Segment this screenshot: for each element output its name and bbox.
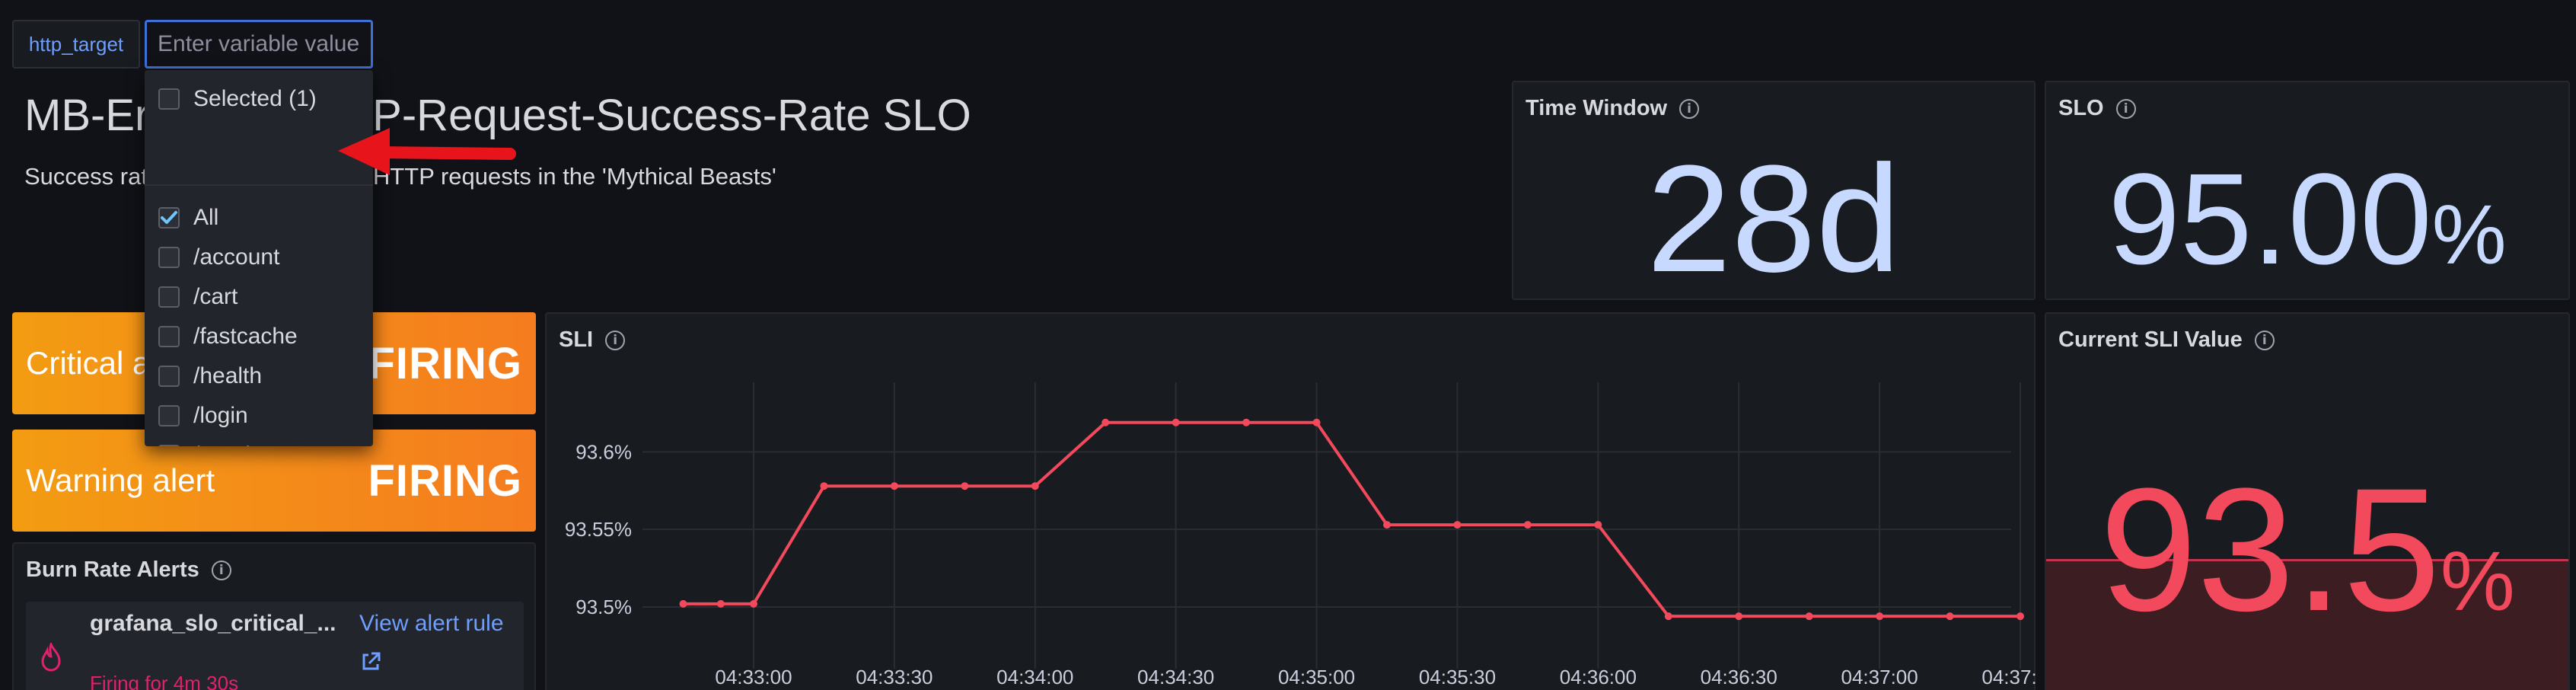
dropdown-option[interactable]: /login: [145, 396, 373, 436]
alert-firing-duration: Firing for 4m 30s: [90, 672, 239, 690]
x-tick-label: 04:33:30: [856, 666, 933, 688]
dropdown-option-label: /login: [193, 403, 248, 428]
data-point[interactable]: [750, 599, 757, 608]
x-tick-label: 04:36:00: [1560, 666, 1637, 688]
current-sli-number: 93.5: [2099, 452, 2441, 647]
info-icon[interactable]: i: [2254, 330, 2275, 350]
panel-title: SLO i: [2058, 96, 2136, 121]
checkbox-icon[interactable]: [158, 247, 180, 268]
data-point[interactable]: [1946, 612, 1954, 621]
slo-title: SLO: [2058, 96, 2104, 120]
dashboard-desc-left: Success rat: [24, 163, 148, 190]
dropdown-option-label: /cart: [193, 284, 238, 309]
flame-icon: [41, 643, 61, 672]
data-point[interactable]: [2016, 612, 2024, 621]
warning-alert-state: FIRING: [368, 455, 522, 506]
data-point[interactable]: [1031, 482, 1039, 490]
data-point[interactable]: [1101, 418, 1110, 426]
time-window-title: Time Window: [1526, 96, 1668, 120]
checkbox-icon[interactable]: [158, 445, 180, 446]
data-point[interactable]: [716, 599, 725, 608]
warning-alert-name: Warning alert: [26, 462, 215, 498]
data-point[interactable]: [1876, 612, 1884, 621]
dashboard-title-left: MB-Er: [24, 91, 150, 140]
data-point[interactable]: [1523, 521, 1532, 529]
data-point[interactable]: [890, 482, 898, 490]
burn-rate-row: grafana_slo_critical_... View alert rule…: [26, 602, 524, 690]
slo-number: 95.00: [2108, 147, 2432, 292]
dropdown-option[interactable]: /account: [145, 238, 373, 277]
dropdown-option[interactable]: /fastcache: [145, 317, 373, 356]
panel-title: Burn Rate Alerts i: [26, 557, 231, 583]
x-tick-label: 04:37:00: [1841, 666, 1918, 688]
dropdown-option[interactable]: All: [145, 198, 373, 238]
info-icon[interactable]: i: [2115, 98, 2136, 119]
sli-panel: SLI i 93.5% 93.55% 93.6% 04:33:00 04:33:30 04…: [545, 312, 2037, 690]
current-sli-panel: Current SLI Value i 93.5%: [2045, 312, 2570, 690]
slo-value: 95.00%: [2046, 136, 2568, 319]
dropdown-option-label: All: [193, 205, 219, 230]
dropdown-option-label: /fastcache: [193, 324, 298, 349]
current-sli-title: Current SLI Value: [2058, 327, 2243, 352]
data-point[interactable]: [1664, 612, 1672, 621]
data-point[interactable]: [1805, 612, 1813, 621]
checkbox-icon[interactable]: [158, 88, 180, 110]
dropdown-option[interactable]: /cart: [145, 277, 373, 317]
info-icon[interactable]: i: [211, 560, 231, 580]
dropdown-option-label: /health: [193, 363, 263, 388]
data-point[interactable]: [1453, 521, 1462, 529]
dropdown-option[interactable]: /metrics: [145, 436, 373, 446]
critical-alert-state: FIRING: [368, 338, 522, 388]
time-window-value: 28d: [1647, 134, 1901, 304]
dropdown-option[interactable]: /health: [145, 356, 373, 396]
data-point[interactable]: [1735, 612, 1743, 621]
checkbox-icon[interactable]: [158, 366, 180, 387]
data-point[interactable]: [1594, 521, 1602, 529]
slo-unit: %: [2431, 188, 2507, 282]
checkbox-checked-icon[interactable]: [158, 207, 180, 228]
checkbox-icon[interactable]: [158, 326, 180, 347]
data-point[interactable]: [679, 599, 687, 608]
checkbox-icon[interactable]: [158, 286, 180, 308]
x-tick-label: 04:36:30: [1701, 666, 1777, 688]
critical-alert-name: Critical a: [26, 345, 151, 381]
data-point[interactable]: [1383, 521, 1391, 529]
data-point[interactable]: [961, 482, 969, 490]
burn-rate-title: Burn Rate Alerts: [26, 557, 199, 582]
data-point[interactable]: [1172, 418, 1180, 426]
variable-label[interactable]: http_target: [12, 20, 140, 69]
dropdown-divider: [145, 184, 373, 186]
x-tick-label: 04:34:00: [996, 666, 1073, 688]
y-tick-label: 93.55%: [565, 518, 632, 541]
time-window-panel: Time Window i 28d: [1512, 81, 2036, 304]
checkbox-icon[interactable]: [158, 405, 180, 426]
annotation-arrow-icon: [338, 128, 516, 175]
dropdown-option-label: /metrics: [193, 442, 273, 446]
variable-value-input[interactable]: Enter variable value: [145, 20, 373, 69]
panel-title: Time Window i: [1526, 96, 1700, 121]
x-tick-label: 04:33:00: [715, 666, 792, 688]
x-tick-label: 04:35:30: [1419, 666, 1496, 688]
current-sli-value: 93.5%: [2046, 451, 2568, 681]
data-point[interactable]: [1242, 418, 1251, 426]
panel-title: Current SLI Value i: [2058, 327, 2275, 353]
data-point[interactable]: [1312, 418, 1321, 426]
selected-count-label: Selected (1): [193, 86, 317, 111]
current-sli-unit: %: [2440, 535, 2515, 628]
dropdown-selected-header[interactable]: Selected (1): [145, 79, 373, 119]
dropdown-option-label: /account: [193, 244, 280, 270]
y-tick-label: 93.5%: [575, 596, 632, 618]
info-icon[interactable]: i: [1679, 98, 1700, 119]
view-alert-rule-link[interactable]: View alert rule: [359, 611, 504, 637]
sli-chart[interactable]: 93.5% 93.55% 93.6% 04:33:00 04:33:30 04:34:00…: [547, 314, 2037, 690]
external-link-icon[interactable]: [359, 650, 382, 673]
slo-panel: SLO i 95.00%: [2045, 81, 2570, 300]
x-tick-label: 04:37:30: [1981, 666, 2037, 688]
x-tick-label: 04:34:30: [1137, 666, 1214, 688]
x-tick-label: 04:35:00: [1278, 666, 1355, 688]
burn-rate-panel: Burn Rate Alerts i grafana_slo_critical_…: [12, 542, 536, 690]
data-point[interactable]: [820, 482, 828, 490]
alert-rule-name: grafana_slo_critical_...: [90, 611, 336, 636]
y-tick-label: 93.6%: [575, 440, 632, 463]
